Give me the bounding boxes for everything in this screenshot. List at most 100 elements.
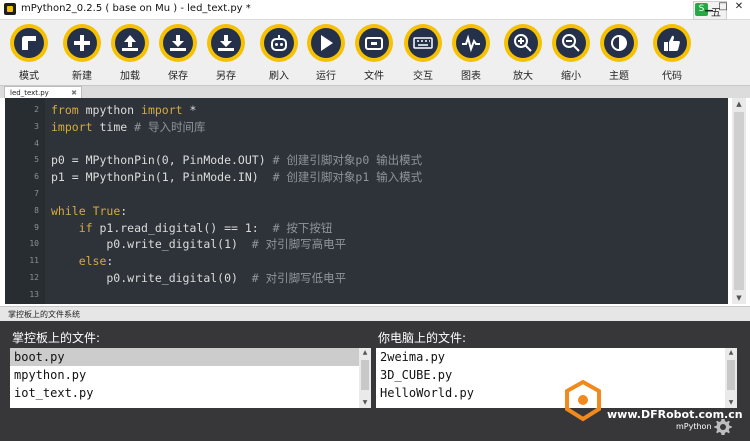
watermark-brand: DF创客社区 xyxy=(607,385,712,407)
code-line[interactable]: 4 xyxy=(5,136,728,152)
code-line[interactable]: 7 xyxy=(5,186,728,202)
zoom-in-label: 放大 xyxy=(513,71,533,82)
tab-led-text[interactable]: led_text.py ✖ xyxy=(4,86,82,98)
mode-button[interactable]: 模式 xyxy=(9,24,55,84)
save-button[interactable]: 保存 xyxy=(158,24,204,84)
line-number: 7 xyxy=(34,189,39,198)
zoom-in-button[interactable]: 放大 xyxy=(503,24,549,84)
download-icon xyxy=(170,35,186,51)
plotter-button[interactable]: 图表 xyxy=(451,24,497,84)
zoom-out-icon xyxy=(562,34,580,52)
files-button[interactable]: 文件 xyxy=(354,24,400,84)
repl-button[interactable]: 交互 xyxy=(403,24,449,84)
filesystem-title: 掌控板上的文件系统 xyxy=(8,310,80,319)
code-line[interactable]: 5 p0 = MPythonPin(0, PinMode.OUT) # 创建引脚对… xyxy=(5,152,728,168)
line-number: 9 xyxy=(34,222,39,232)
list-item[interactable]: iot_text.py xyxy=(10,384,359,402)
code-line[interactable]: 12 p0.write_digital(0) # 对引脚写低电平 xyxy=(5,270,728,286)
line-number: 12 xyxy=(29,273,39,282)
run-button[interactable]: 运行 xyxy=(306,24,352,84)
list-item[interactable]: 2weima.py xyxy=(376,348,725,366)
code-editor[interactable]: 2 from mpython import * 3 import time # 导入时… xyxy=(5,98,728,304)
files-label: 文件 xyxy=(364,71,384,82)
load-button[interactable]: 加载 xyxy=(110,24,156,84)
theme-label: 主题 xyxy=(609,71,629,82)
code-text: p0.write_digital(1) # 对引脚写高电平 xyxy=(51,237,347,252)
line-number: 10 xyxy=(29,239,39,249)
plus-icon xyxy=(74,35,90,51)
title-bar: mPython2_0.2.5 ( base on Mu ) - led_text… xyxy=(0,0,750,20)
board-list-scrollbar[interactable]: ▲ ▼ xyxy=(359,348,371,408)
code-text: else: xyxy=(78,254,114,269)
code-line[interactable]: 6 p1 = MPythonPin(1, PinMode.IN) # 创建引脚对象… xyxy=(5,169,728,185)
download-icon xyxy=(218,35,234,51)
close-icon[interactable]: ✕ xyxy=(732,0,746,14)
run-label: 运行 xyxy=(316,71,336,82)
zoom-out-button[interactable]: 缩小 xyxy=(551,24,597,84)
code-check-label: 代码 xyxy=(662,71,682,82)
keyboard-icon xyxy=(413,37,433,49)
code-line[interactable]: 8 while True: xyxy=(5,203,728,219)
file-tabs: led_text.py ✖ xyxy=(0,86,750,98)
theme-icon xyxy=(611,35,627,51)
dfrobot-logo-icon xyxy=(565,379,601,422)
code-text: p0.write_digital(0) # 对引脚写低电平 xyxy=(51,271,347,285)
save-as-button[interactable]: 另存 xyxy=(206,24,252,84)
code-line[interactable]: 10 p0.write_digital(1) # 对引脚写高电平 xyxy=(5,236,728,252)
theme-button[interactable]: 主题 xyxy=(599,24,645,84)
minimize-icon[interactable]: ▁ xyxy=(702,0,716,14)
scroll-down-icon[interactable]: ▼ xyxy=(359,398,371,408)
save-as-label: 另存 xyxy=(216,71,236,82)
line-number: 6 xyxy=(34,172,39,182)
code-text: if p1.read_digital() == 1: # 按下按钮 xyxy=(78,220,333,235)
play-icon xyxy=(321,35,333,51)
editor-scrollbar[interactable]: ▲ ▼ xyxy=(732,98,746,304)
code-line[interactable]: 9 if p1.read_digital() == 1: # 按下按钮 xyxy=(5,220,728,236)
watermark: DF创客社区 www.DFRobot.com.cn xyxy=(560,376,750,431)
scroll-down-icon[interactable]: ▼ xyxy=(732,292,746,304)
list-item[interactable]: mpython.py xyxy=(10,366,359,384)
new-button[interactable]: 新建 xyxy=(62,24,108,84)
zoom-in-icon xyxy=(514,34,532,52)
code-text: while True: xyxy=(51,203,128,218)
save-label: 保存 xyxy=(168,71,188,82)
board-files-list[interactable]: boot.py mpython.py iot_text.py xyxy=(10,348,359,408)
zoom-out-label: 缩小 xyxy=(561,71,581,82)
list-item[interactable]: boot.py xyxy=(10,348,359,366)
code-text: from mpython import * xyxy=(51,103,197,117)
load-label: 加载 xyxy=(120,71,140,82)
flash-label: 刷入 xyxy=(269,71,289,82)
scroll-up-icon[interactable]: ▲ xyxy=(359,348,371,358)
new-label: 新建 xyxy=(72,71,92,82)
scroll-up-icon[interactable]: ▲ xyxy=(732,98,746,110)
line-number: 11 xyxy=(29,256,39,266)
code-check-button[interactable]: 代码 xyxy=(652,24,698,84)
code-text: p0 = MPythonPin(0, PinMode.OUT) # 创建引脚对象… xyxy=(51,153,423,168)
mode-icon xyxy=(22,36,36,50)
line-number: 13 xyxy=(29,289,39,299)
app-icon xyxy=(4,3,16,15)
board-files-label: 掌控板上的文件: xyxy=(12,331,101,345)
scrollbar-thumb[interactable] xyxy=(734,112,744,290)
code-line[interactable]: 11 else: xyxy=(5,253,728,269)
scrollbar-thumb[interactable] xyxy=(361,360,369,390)
line-number: 2 xyxy=(34,105,39,114)
line-number: 4 xyxy=(34,138,39,148)
line-number: 3 xyxy=(34,121,39,131)
scroll-up-icon[interactable]: ▲ xyxy=(725,348,737,358)
upload-icon xyxy=(122,35,138,51)
line-number: 8 xyxy=(34,205,39,215)
pulse-icon xyxy=(462,34,480,53)
toolbar: 模式 新建 加载 保存 另存 刷入 运行 文件 交互 图表 放大 缩小 主题 代… xyxy=(0,20,750,86)
mode-label: 模式 xyxy=(19,71,39,82)
maximize-icon[interactable]: □ xyxy=(716,0,730,14)
flash-button[interactable]: 刷入 xyxy=(259,24,305,84)
code-line[interactable]: 13 xyxy=(5,287,728,303)
filesystem-header: 掌控板上的文件系统 xyxy=(0,306,750,321)
computer-files-label: 你电脑上的文件: xyxy=(378,331,467,345)
code-line[interactable]: 3 import time # 导入时间库 xyxy=(5,119,728,135)
code-line[interactable]: 2 from mpython import * xyxy=(5,102,728,118)
watermark-url: www.DFRobot.com.cn xyxy=(607,408,743,421)
robot-icon xyxy=(271,35,287,51)
code-text: import time # 导入时间库 xyxy=(51,119,206,134)
